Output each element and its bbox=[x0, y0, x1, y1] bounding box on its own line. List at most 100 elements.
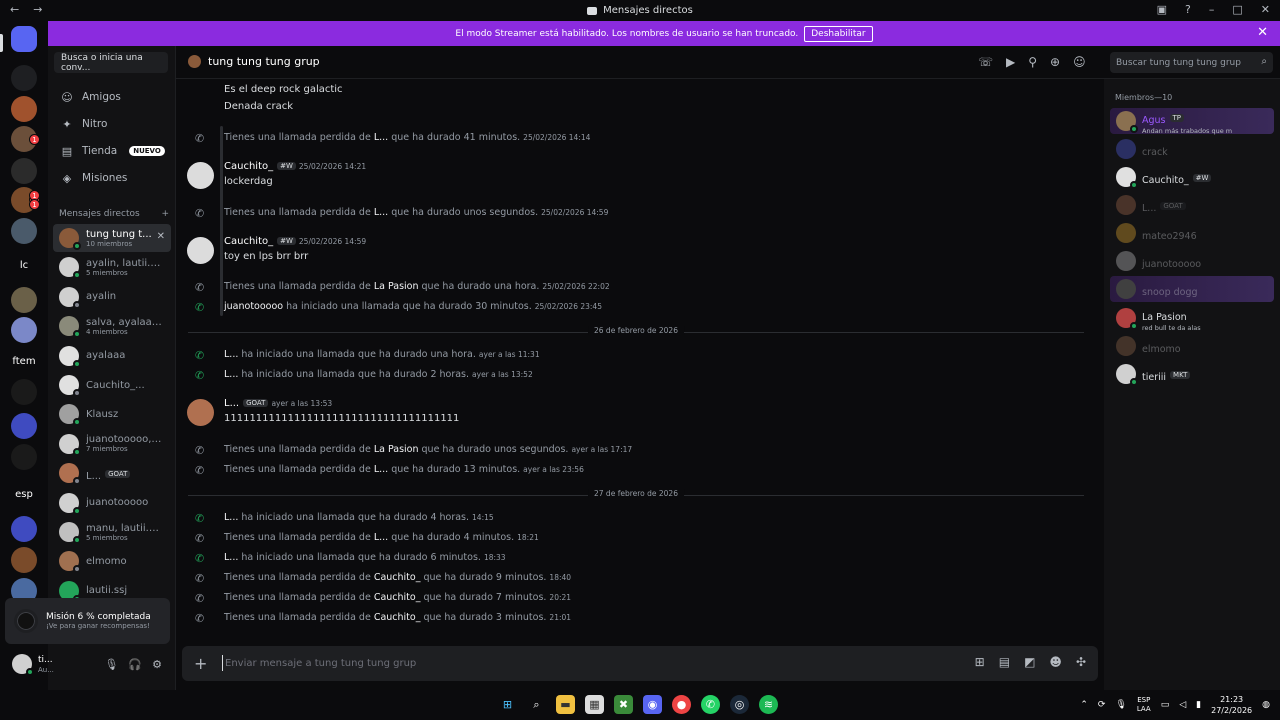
find-conversation-input[interactable]: Busca o inicia una conv... bbox=[54, 52, 168, 73]
member-item[interactable]: Cauchito_ #W bbox=[1110, 164, 1274, 190]
server-icon[interactable]: lc bbox=[11, 252, 37, 278]
voice-call-icon[interactable]: ☏ bbox=[978, 55, 993, 69]
member-item[interactable]: tieriii MKT bbox=[1110, 361, 1274, 387]
gift-icon[interactable]: ⊞ bbox=[975, 655, 985, 669]
server-icon[interactable] bbox=[11, 547, 37, 573]
chrome-icon[interactable]: ● bbox=[672, 695, 691, 714]
disable-streamer-button[interactable]: Deshabilitar bbox=[804, 25, 873, 42]
server-icon[interactable]: esp bbox=[11, 481, 37, 507]
author-name[interactable]: L... bbox=[224, 398, 239, 409]
call-user[interactable]: Cauchito_ bbox=[374, 612, 421, 623]
create-dm-icon[interactable]: + bbox=[161, 209, 169, 219]
tray-chevron-icon[interactable]: ⌃ bbox=[1080, 700, 1088, 710]
file-explorer-icon[interactable]: ▬ bbox=[556, 695, 575, 714]
attach-plus-icon[interactable]: + bbox=[194, 654, 207, 673]
help-icon[interactable]: ? bbox=[1185, 3, 1191, 16]
call-user[interactable]: L... bbox=[374, 207, 388, 218]
member-list-icon[interactable]: ☺ bbox=[1073, 55, 1086, 69]
sidebar-item-nitro[interactable]: ✦ Nitro bbox=[52, 112, 172, 136]
network-icon[interactable]: ▭ bbox=[1161, 700, 1170, 710]
discord-taskbar-icon[interactable]: ◉ bbox=[643, 695, 662, 714]
chat-search-input[interactable]: Buscar tung tung tung grup ⌕ bbox=[1110, 52, 1273, 73]
member-item[interactable]: elmomo bbox=[1110, 333, 1274, 359]
inbox-icon[interactable]: ▣ bbox=[1157, 3, 1167, 16]
notifications-icon[interactable]: ◍ bbox=[1262, 700, 1270, 710]
server-icon[interactable] bbox=[11, 287, 37, 313]
member-item[interactable]: Agus TP Andan más trabados que m bbox=[1110, 108, 1274, 135]
dm-item[interactable]: juanotooooo bbox=[53, 489, 171, 517]
call-user[interactable]: L... bbox=[374, 464, 388, 475]
emoji-icon[interactable]: ☻ bbox=[1049, 655, 1062, 669]
server-icon[interactable] bbox=[11, 218, 37, 244]
call-user[interactable]: L... bbox=[224, 552, 238, 563]
dm-item[interactable]: Cauchito_... bbox=[53, 371, 171, 399]
member-item[interactable]: crack bbox=[1110, 136, 1274, 162]
dm-item[interactable]: ayalin, lautii.ss... 5 miembros bbox=[53, 253, 171, 281]
call-user[interactable]: L... bbox=[224, 512, 238, 523]
dm-item[interactable]: manu, lautii.ss... 5 miembros bbox=[53, 518, 171, 546]
maximize-icon[interactable]: □ bbox=[1232, 3, 1242, 16]
sidebar-item-tienda[interactable]: ▤ Tienda NUEVO bbox=[52, 139, 172, 163]
apps-icon[interactable]: ✣ bbox=[1076, 655, 1086, 669]
member-item[interactable]: L... GOAT bbox=[1110, 192, 1274, 218]
call-user[interactable]: Cauchito_ bbox=[374, 592, 421, 603]
steam-icon[interactable]: ◎ bbox=[730, 695, 749, 714]
discord-home-icon[interactable] bbox=[11, 26, 37, 52]
language-indicator[interactable]: ESP LAA bbox=[1137, 696, 1151, 714]
dm-item[interactable]: ayalin bbox=[53, 283, 171, 311]
gif-icon[interactable]: ▤ bbox=[999, 655, 1010, 669]
mic-tray-icon[interactable]: 🎙 bbox=[1115, 700, 1126, 710]
call-user[interactable]: L... bbox=[374, 532, 388, 543]
windows-start-icon[interactable]: ⊞ bbox=[498, 695, 517, 714]
clock[interactable]: 21:23 27/2/2026 bbox=[1211, 694, 1252, 716]
sidebar-item-amigos[interactable]: ☺ Amigos bbox=[52, 85, 172, 109]
server-icon[interactable] bbox=[11, 444, 37, 470]
minecraft-icon[interactable]: ✖ bbox=[614, 695, 633, 714]
member-item[interactable]: juanotooooo bbox=[1110, 248, 1274, 274]
headphones-icon[interactable]: 🎧 bbox=[128, 658, 142, 671]
author-name[interactable]: Cauchito_ bbox=[224, 161, 273, 172]
server-icon[interactable] bbox=[11, 158, 37, 184]
call-user[interactable]: La Pasion bbox=[374, 444, 419, 455]
server-icon[interactable] bbox=[11, 379, 37, 405]
close-dm-icon[interactable]: ✕ bbox=[157, 231, 165, 242]
call-user[interactable]: L... bbox=[224, 369, 238, 380]
server-icon[interactable] bbox=[11, 317, 37, 343]
forward-arrow-icon[interactable]: → bbox=[33, 3, 42, 16]
call-user[interactable]: Cauchito_ bbox=[374, 572, 421, 583]
add-friends-icon[interactable]: ⊕ bbox=[1050, 55, 1060, 69]
dm-item[interactable]: ayalaaa bbox=[53, 342, 171, 370]
microphone-icon[interactable]: 🎙 bbox=[104, 658, 118, 671]
spotify-icon[interactable]: ≋ bbox=[759, 695, 778, 714]
dm-item[interactable]: juanotooooo, ... 7 miembros bbox=[53, 430, 171, 458]
server-icon[interactable] bbox=[11, 413, 37, 439]
avatar[interactable] bbox=[12, 654, 34, 676]
back-arrow-icon[interactable]: ← bbox=[10, 3, 19, 16]
message-input[interactable] bbox=[222, 655, 822, 671]
call-user[interactable]: L... bbox=[224, 349, 238, 360]
server-icon[interactable] bbox=[11, 65, 37, 91]
sync-icon[interactable]: ⟳ bbox=[1098, 700, 1106, 710]
store-icon[interactable]: ▦ bbox=[585, 695, 604, 714]
member-item[interactable]: snoop dogg bbox=[1110, 276, 1274, 302]
dm-item[interactable]: salva, ayalaaa, ...4 miembros bbox=[53, 312, 171, 340]
call-user[interactable]: juanotooooo bbox=[224, 301, 283, 312]
avatar[interactable] bbox=[187, 237, 214, 264]
member-item[interactable]: La Pasion red bull te da alas bbox=[1110, 305, 1274, 332]
sticker-icon[interactable]: ◩ bbox=[1024, 655, 1035, 669]
search-taskbar-icon[interactable]: ⌕ bbox=[527, 695, 546, 714]
avatar[interactable] bbox=[187, 399, 214, 426]
author-name[interactable]: Cauchito_ bbox=[224, 236, 273, 247]
dm-item[interactable]: tung tung t... 10 miembros ✕ bbox=[53, 224, 171, 252]
call-user[interactable]: La Pasion bbox=[374, 281, 419, 292]
pin-icon[interactable]: ⚲ bbox=[1028, 55, 1037, 69]
call-user[interactable]: L... bbox=[374, 132, 388, 143]
sidebar-item-misiones[interactable]: ◈ Misiones bbox=[52, 166, 172, 190]
battery-icon[interactable]: ▮ bbox=[1196, 700, 1201, 710]
close-banner-icon[interactable]: ✕ bbox=[1257, 25, 1268, 40]
server-icon[interactable] bbox=[11, 96, 37, 122]
minimize-icon[interactable]: – bbox=[1209, 3, 1215, 16]
close-window-icon[interactable]: ✕ bbox=[1261, 3, 1270, 16]
dm-item[interactable]: Klausz bbox=[53, 400, 171, 428]
server-icon[interactable]: ftem bbox=[11, 348, 37, 374]
